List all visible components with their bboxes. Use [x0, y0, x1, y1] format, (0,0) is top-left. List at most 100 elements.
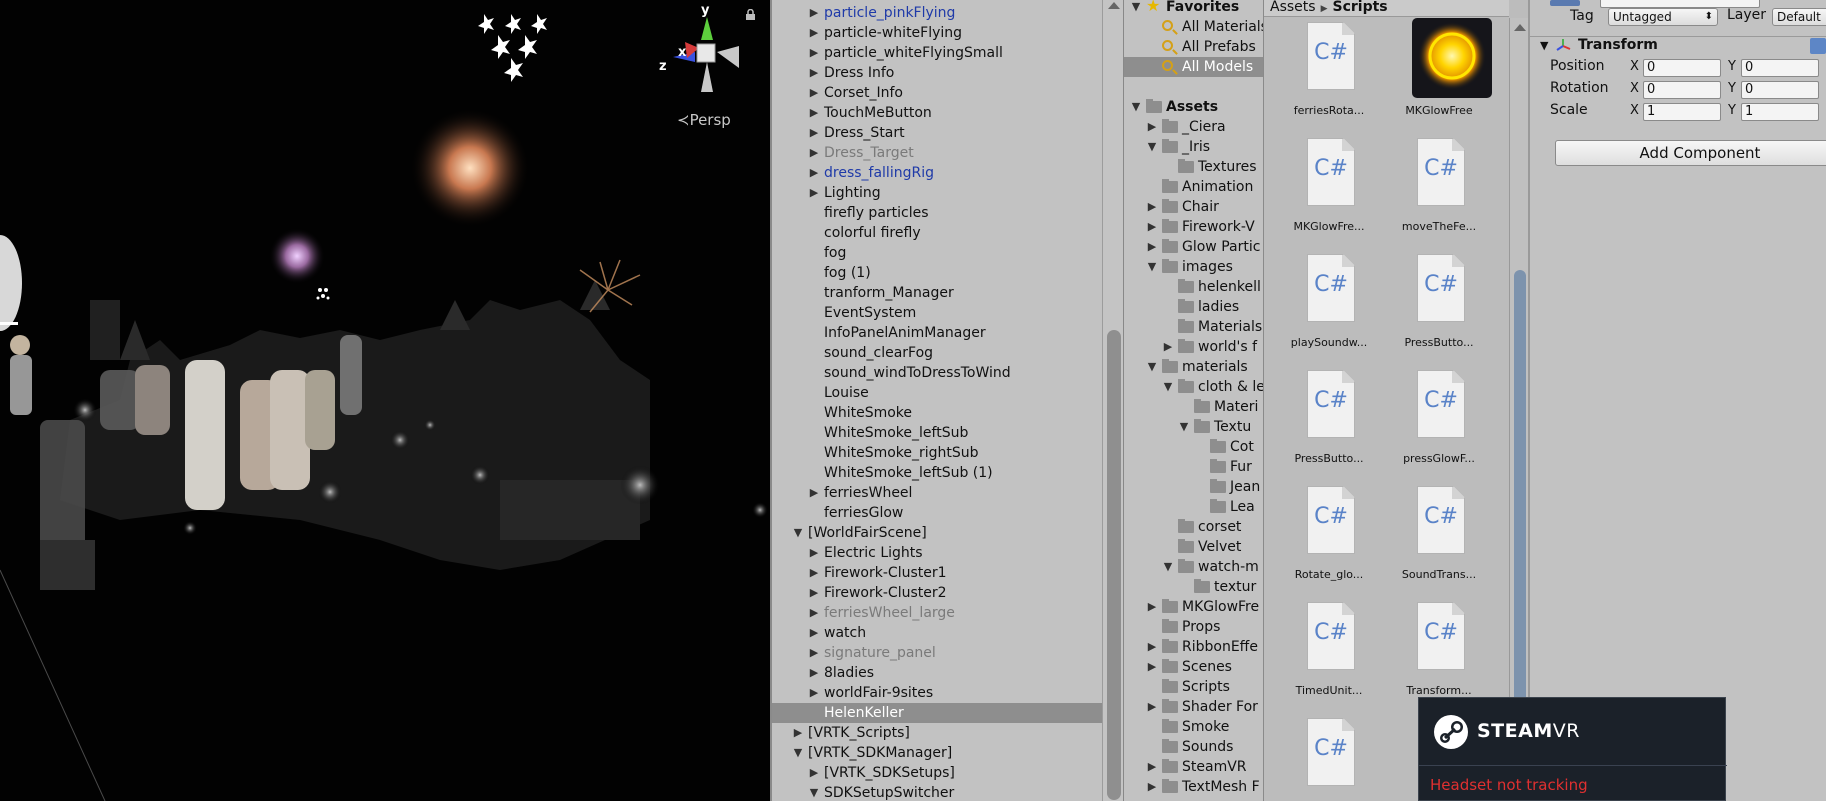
project-tree-item[interactable]: ▶ Chair	[1124, 197, 1263, 217]
project-tree-item[interactable]: Materials	[1124, 317, 1263, 337]
breadcrumb-current[interactable]: Scripts	[1332, 0, 1387, 15]
project-tree-item[interactable]: ▼ Assets	[1124, 97, 1263, 117]
asset-tile[interactable]: C# ferriesRota...	[1274, 22, 1384, 132]
scene-view[interactable]: y x z ≺Persp	[0, 0, 770, 801]
project-tree-item[interactable]: ▶ TextMesh F	[1124, 777, 1263, 797]
project-tree-item[interactable]: helenkell	[1124, 277, 1263, 297]
inspector-panel[interactable]: Tag Untagged ⬍ Layer Default ▼ Transform …	[1528, 0, 1826, 801]
hierarchy-item[interactable]: sound_windToDressToWind	[772, 363, 1102, 383]
rotation-x-field[interactable]: 0	[1643, 81, 1721, 99]
foldout-collapsed-icon[interactable]: ▶	[808, 83, 820, 103]
foldout-collapsed-icon[interactable]: ▶	[808, 563, 820, 583]
foldout-collapsed-icon[interactable]: ▶	[808, 143, 820, 163]
project-tree-item[interactable]: All Prefabs	[1124, 37, 1263, 57]
hierarchy-item[interactable]: WhiteSmoke_leftSub	[772, 423, 1102, 443]
asset-tile[interactable]: C# SoundTrans...	[1384, 486, 1494, 596]
hierarchy-item[interactable]: ▶ [VRTK_SDKSetups]	[772, 763, 1102, 783]
asset-tile[interactable]: C# PressButto...	[1274, 370, 1384, 480]
asset-tile[interactable]: C# TimedUnit...	[1274, 602, 1384, 712]
hierarchy-item[interactable]: ▶ signature_panel	[772, 643, 1102, 663]
project-tree-item[interactable]: Props	[1124, 617, 1263, 637]
foldout-collapsed-icon[interactable]: ▶	[1146, 237, 1158, 257]
hierarchy-item[interactable]: WhiteSmoke_rightSub	[772, 443, 1102, 463]
project-tree-item[interactable]: Velvet	[1124, 537, 1263, 557]
foldout-collapsed-icon[interactable]: ▶	[808, 23, 820, 43]
foldout-collapsed-icon[interactable]: ▶	[808, 583, 820, 603]
project-folder-tree[interactable]: ▼ ★ Favorites All Materials All Prefabs All M…	[1123, 0, 1263, 801]
project-tree-item[interactable]: Scripts	[1124, 677, 1263, 697]
foldout-expanded-icon[interactable]: ▼	[1162, 557, 1174, 577]
scrollbar-thumb[interactable]	[1107, 330, 1121, 800]
layer-dropdown[interactable]: Default	[1772, 8, 1826, 26]
hierarchy-item[interactable]: ▶ ferriesWheel_large	[772, 603, 1102, 623]
hierarchy-item[interactable]: ▶ Lighting	[772, 183, 1102, 203]
scroll-up-arrow-icon[interactable]	[1514, 24, 1526, 31]
scale-y-field[interactable]: 1	[1741, 103, 1819, 121]
hierarchy-item[interactable]: colorful firefly	[772, 223, 1102, 243]
project-tree-item[interactable]: Lea	[1124, 497, 1263, 517]
hierarchy-item[interactable]: ▶ Dress_Target	[772, 143, 1102, 163]
project-tree-item[interactable]: ▶ RibbonEffe	[1124, 637, 1263, 657]
foldout-collapsed-icon[interactable]: ▶	[808, 763, 820, 783]
hierarchy-item[interactable]: ▶ [VRTK_Scripts]	[772, 723, 1102, 743]
foldout-collapsed-icon[interactable]: ▶	[1146, 197, 1158, 217]
asset-tile[interactable]: C# Transform...	[1384, 602, 1494, 712]
foldout-collapsed-icon[interactable]: ▶	[1146, 637, 1158, 657]
hierarchy-item[interactable]: fog	[772, 243, 1102, 263]
project-tree-item[interactable]: Smoke	[1124, 717, 1263, 737]
hierarchy-item[interactable]: ▶ watch	[772, 623, 1102, 643]
foldout-collapsed-icon[interactable]: ▶	[808, 663, 820, 683]
hierarchy-item[interactable]: WhiteSmoke_leftSub (1)	[772, 463, 1102, 483]
project-tree-item[interactable]: ▼ Textu	[1124, 417, 1263, 437]
project-tree-item[interactable]: corset	[1124, 517, 1263, 537]
project-tree-item[interactable]: textur	[1124, 577, 1263, 597]
scroll-up-arrow-icon[interactable]	[1108, 2, 1120, 9]
hierarchy-item[interactable]: ▶ particle_whiteFlyingSmall	[772, 43, 1102, 63]
foldout-collapsed-icon[interactable]: ▶	[808, 683, 820, 703]
project-tree-item[interactable]: ▶ SteamVR	[1124, 757, 1263, 777]
project-tree-item[interactable]: ▼ cloth & le	[1124, 377, 1263, 397]
position-y-field[interactable]: 0	[1741, 59, 1819, 77]
hierarchy-item[interactable]: ▶ ferriesWheel	[772, 483, 1102, 503]
rotation-y-field[interactable]: 0	[1741, 81, 1819, 99]
hierarchy-item[interactable]: ▶ particle_pinkFlying	[772, 3, 1102, 23]
foldout-collapsed-icon[interactable]: ▶	[1146, 217, 1158, 237]
foldout-collapsed-icon[interactable]: ▶	[808, 623, 820, 643]
hierarchy-item[interactable]: firefly particles	[772, 203, 1102, 223]
foldout-collapsed-icon[interactable]: ▶	[808, 103, 820, 123]
scale-x-field[interactable]: 1	[1643, 103, 1721, 121]
foldout-expanded-icon[interactable]: ▼	[1178, 417, 1190, 437]
foldout-expanded-icon[interactable]: ▼	[808, 783, 820, 801]
foldout-expanded-icon[interactable]: ▼	[1162, 377, 1174, 397]
breadcrumb-root[interactable]: Assets	[1270, 0, 1316, 15]
asset-grid-scrollbar[interactable]	[1509, 18, 1528, 801]
project-tree-item[interactable]: ladies	[1124, 297, 1263, 317]
foldout-collapsed-icon[interactable]: ▶	[808, 63, 820, 83]
foldout-collapsed-icon[interactable]: ▶	[1146, 757, 1158, 777]
project-tree-item[interactable]: ▼ ★ Favorites	[1124, 0, 1263, 17]
project-tree-item[interactable]: ▶ Scenes	[1124, 657, 1263, 677]
foldout-collapsed-icon[interactable]: ▶	[808, 643, 820, 663]
project-tree-item[interactable]: ▼ _Iris	[1124, 137, 1263, 157]
foldout-collapsed-icon[interactable]: ▶	[1146, 117, 1158, 137]
hierarchy-item[interactable]: HelenKeller	[772, 703, 1102, 723]
project-tree-item[interactable]: ▼ materials	[1124, 357, 1263, 377]
asset-tile[interactable]: C# pressGlowF...	[1384, 370, 1494, 480]
foldout-expanded-icon[interactable]: ▼	[1130, 97, 1142, 117]
project-asset-grid[interactable]: Assets ▶ Scripts C# ferriesRota... MKGlowFre…	[1263, 0, 1528, 801]
foldout-arrow-icon[interactable]: ▼	[1540, 39, 1548, 52]
hierarchy-item[interactable]: EventSystem	[772, 303, 1102, 323]
foldout-collapsed-icon[interactable]: ▶	[808, 603, 820, 623]
hierarchy-item[interactable]: ▶ TouchMeButton	[772, 103, 1102, 123]
project-tree-item[interactable]: ▶ _Ciera	[1124, 117, 1263, 137]
hierarchy-item[interactable]: tranform_Manager	[772, 283, 1102, 303]
project-tree-item[interactable]: Textures	[1124, 157, 1263, 177]
project-tree-item[interactable]: ▶ Firework-V	[1124, 217, 1263, 237]
foldout-expanded-icon[interactable]: ▼	[792, 523, 804, 543]
foldout-expanded-icon[interactable]: ▼	[1146, 137, 1158, 157]
hierarchy-item[interactable]: ▶ particle-whiteFlying	[772, 23, 1102, 43]
hierarchy-item[interactable]: ▶ dress_fallingRig	[772, 163, 1102, 183]
hierarchy-item[interactable]: ▶ Dress_Start	[772, 123, 1102, 143]
project-tree-item[interactable]: ▼ watch-m	[1124, 557, 1263, 577]
projection-toggle[interactable]: ≺Persp	[677, 111, 731, 129]
